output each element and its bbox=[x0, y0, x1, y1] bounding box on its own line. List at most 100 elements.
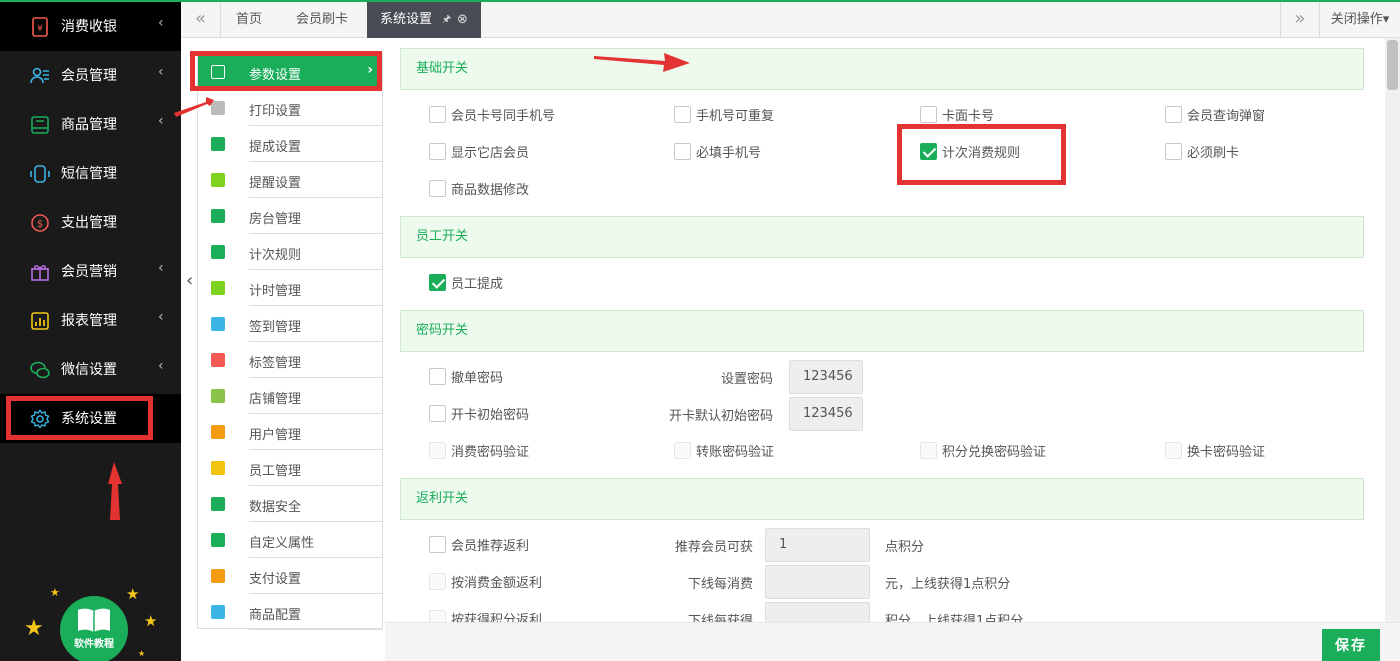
nav-item-marketing[interactable]: 会员营销 ‹ bbox=[0, 247, 181, 296]
option-checkbox[interactable]: 必填手机号 bbox=[674, 142, 761, 161]
set-password-input[interactable]: 123456 bbox=[789, 360, 863, 394]
checkbox-icon[interactable] bbox=[1165, 442, 1182, 459]
option-checkbox[interactable]: 手机号可重复 bbox=[674, 105, 774, 124]
rules-icon bbox=[211, 245, 225, 259]
option-label: 换卡密码验证 bbox=[1187, 445, 1266, 460]
save-button[interactable]: 保存 bbox=[1322, 629, 1380, 661]
checkbox-icon[interactable] bbox=[920, 106, 937, 123]
checkbox-checked-icon[interactable] bbox=[429, 274, 446, 291]
submenu-item[interactable]: 提成设置 bbox=[198, 126, 382, 162]
submenu-item[interactable]: 提醒设置 bbox=[198, 162, 382, 198]
settings-content: 基础开关 员工开关 密码开关 设置密码 123456 开卡默认初始密码 1234… bbox=[385, 38, 1400, 661]
chevron-left-icon: ‹ bbox=[158, 309, 164, 325]
checkbox-icon[interactable] bbox=[429, 405, 446, 422]
option-checkbox[interactable]: 消费密码验证 bbox=[429, 441, 529, 460]
checkbox-icon[interactable] bbox=[1165, 106, 1182, 123]
nav-item-sms[interactable]: 短信管理 bbox=[0, 149, 181, 198]
nav-label: 微信设置 bbox=[61, 362, 117, 378]
section-header-staff: 员工开关 bbox=[400, 216, 1364, 258]
submenu-item-label: 打印设置 bbox=[249, 104, 302, 119]
submenu-item[interactable]: 用户管理 bbox=[198, 414, 382, 450]
option-checkbox[interactable]: 必须刷卡 bbox=[1165, 142, 1239, 161]
option-checkbox[interactable]: 按消费金额返利 bbox=[429, 572, 542, 591]
nav-item-members[interactable]: 会员管理 ‹ bbox=[0, 51, 181, 100]
option-checkbox[interactable]: 会员推荐返利 bbox=[429, 535, 529, 554]
section-header-password: 密码开关 bbox=[400, 310, 1364, 352]
user-icon bbox=[211, 425, 225, 439]
option-checkbox[interactable]: 卡面卡号 bbox=[920, 105, 994, 124]
nav-item-products[interactable]: 商品管理 ‹ bbox=[0, 100, 181, 149]
checkbox-icon[interactable] bbox=[1165, 143, 1182, 160]
checkbox-icon[interactable] bbox=[429, 106, 446, 123]
nav-label: 会员营销 bbox=[61, 264, 117, 280]
collapse-submenu-icon[interactable]: ‹ bbox=[186, 270, 193, 291]
content-scrollbar[interactable] bbox=[1385, 38, 1400, 622]
book-icon bbox=[78, 608, 110, 632]
referral-points-input[interactable]: 1 bbox=[765, 528, 870, 562]
submenu-item-label: 计次规则 bbox=[249, 248, 302, 263]
option-checkbox[interactable]: 商品数据修改 bbox=[429, 179, 529, 198]
tab-member-card[interactable]: 会员刷卡 bbox=[277, 2, 367, 38]
field-label-set-password: 设置密码 bbox=[720, 372, 773, 387]
nav-label: 报表管理 bbox=[61, 313, 117, 329]
nav-item-cashier[interactable]: ¥ 消费收银 ‹ bbox=[0, 2, 181, 51]
option-checkbox[interactable]: 员工提成 bbox=[429, 273, 503, 292]
print-icon bbox=[211, 101, 225, 115]
checkbox-icon[interactable] bbox=[674, 106, 691, 123]
downline-spend-input[interactable] bbox=[765, 565, 870, 599]
nav-item-expense[interactable]: $ 支出管理 bbox=[0, 198, 181, 247]
tab-home[interactable]: 首页 bbox=[221, 2, 277, 38]
tools-icon bbox=[211, 605, 225, 619]
expense-icon: $ bbox=[31, 214, 49, 232]
option-label: 卡面卡号 bbox=[942, 109, 995, 124]
submenu-item[interactable]: 数据安全 bbox=[198, 486, 382, 522]
submenu-item[interactable]: 商品配置 bbox=[198, 594, 382, 630]
default-card-password-input[interactable]: 123456 bbox=[789, 397, 863, 431]
pin-icon[interactable]: 🖈 bbox=[442, 2, 451, 38]
nav-item-reports[interactable]: 报表管理 ‹ bbox=[0, 296, 181, 345]
submenu-item[interactable]: 自定义属性 bbox=[198, 522, 382, 558]
submenu-item[interactable]: 签到管理 bbox=[198, 306, 382, 342]
checkbox-icon[interactable] bbox=[429, 180, 446, 197]
option-label: 按消费金额返利 bbox=[451, 576, 543, 591]
checkbox-icon[interactable] bbox=[429, 442, 446, 459]
submenu-item-label: 提醒设置 bbox=[249, 176, 302, 191]
checkbox-icon[interactable] bbox=[920, 442, 937, 459]
option-checkbox[interactable]: 显示它店会员 bbox=[429, 142, 529, 161]
tag-icon bbox=[211, 353, 225, 367]
submenu-item[interactable]: 员工管理 bbox=[198, 450, 382, 486]
tab-system-settings[interactable]: 系统设置 🖈 ⊗ bbox=[367, 2, 481, 38]
option-checkbox[interactable]: 撤单密码 bbox=[429, 367, 503, 386]
submenu-item[interactable]: 支付设置 bbox=[198, 558, 382, 594]
checkbox-icon[interactable] bbox=[429, 573, 446, 590]
submenu-item[interactable]: 计时管理 bbox=[198, 270, 382, 306]
option-label: 会员推荐返利 bbox=[451, 539, 530, 554]
scrollbar-thumb[interactable] bbox=[1387, 40, 1398, 90]
submenu-item[interactable]: 计次规则 bbox=[198, 234, 382, 270]
submenu-item[interactable]: 房台管理 bbox=[198, 198, 382, 234]
software-tutorial-button[interactable]: 软件教程 bbox=[60, 596, 128, 661]
submenu-item[interactable]: 打印设置 bbox=[198, 90, 382, 126]
checkbox-icon[interactable] bbox=[674, 143, 691, 160]
option-label: 会员卡号同手机号 bbox=[451, 109, 556, 124]
tabs-scroll-left-button[interactable]: « bbox=[181, 2, 221, 38]
option-checkbox[interactable]: 积分兑换密码验证 bbox=[920, 441, 1046, 460]
option-checkbox[interactable]: 换卡密码验证 bbox=[1165, 441, 1265, 460]
nav-label: 商品管理 bbox=[61, 117, 117, 133]
submenu-item[interactable]: 店铺管理 bbox=[198, 378, 382, 414]
checkbox-icon[interactable] bbox=[429, 368, 446, 385]
tabs-scroll-right-button[interactable]: » bbox=[1280, 2, 1320, 38]
option-checkbox[interactable]: 会员查询弹窗 bbox=[1165, 105, 1265, 124]
checkbox-icon[interactable] bbox=[429, 143, 446, 160]
close-icon[interactable]: ⊗ bbox=[457, 2, 468, 38]
option-checkbox[interactable]: 开卡初始密码 bbox=[429, 404, 529, 423]
field-label-default-card-password: 开卡默认初始密码 bbox=[668, 409, 773, 424]
option-checkbox[interactable]: 会员卡号同手机号 bbox=[429, 105, 555, 124]
nav-item-wechat[interactable]: 微信设置 ‹ bbox=[0, 345, 181, 394]
close-operations-menu[interactable]: 关闭操作▾ bbox=[1320, 2, 1400, 38]
checkbox-icon[interactable] bbox=[674, 442, 691, 459]
option-checkbox[interactable]: 转账密码验证 bbox=[674, 441, 774, 460]
checkbox-icon[interactable] bbox=[429, 536, 446, 553]
submenu-item[interactable]: 标签管理 bbox=[198, 342, 382, 378]
option-label: 必填手机号 bbox=[696, 146, 762, 161]
